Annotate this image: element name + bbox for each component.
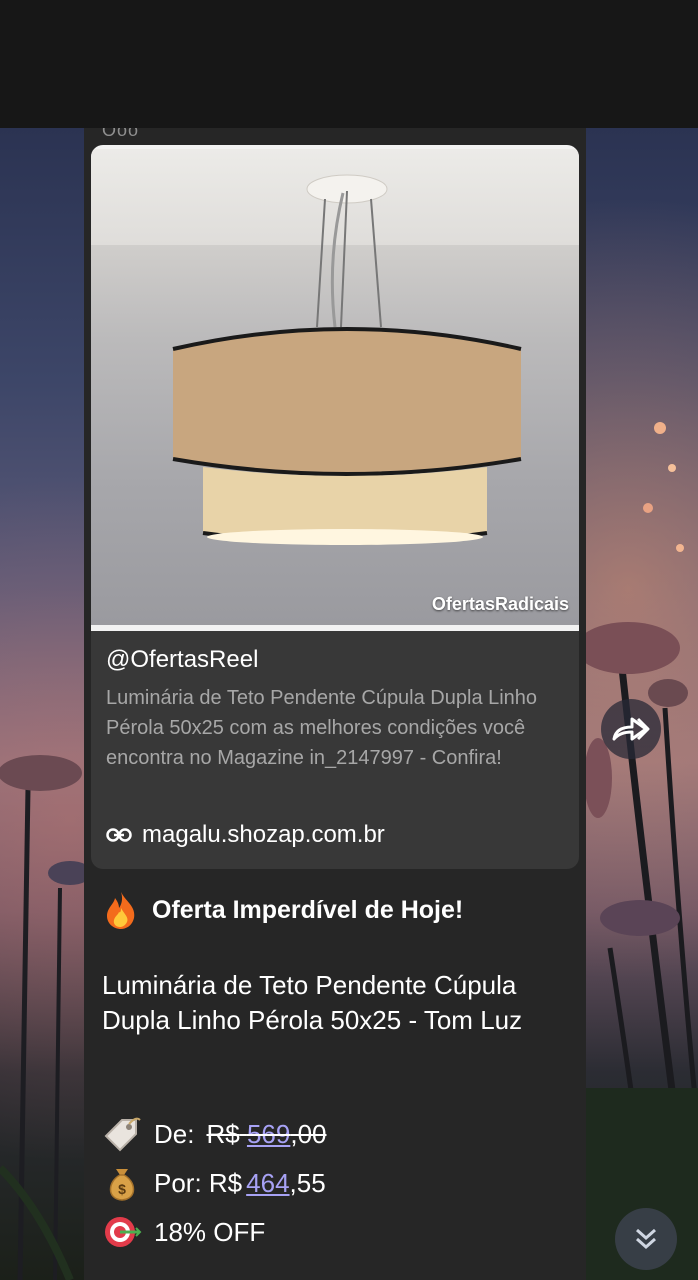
new-price-value: 464,55: [246, 1168, 326, 1199]
message-bubble[interactable]: Ооо OfertasRadicais @OfertasReel Luminár…: [84, 128, 586, 1280]
target-icon: [105, 1217, 142, 1247]
preview-link[interactable]: magalu.shozap.com.br: [106, 821, 385, 849]
old-price-label: De:: [154, 1118, 195, 1149]
offer-headline: Oferta Imperdível de Hoje!: [102, 890, 572, 930]
new-price-cents: ,55: [289, 1167, 326, 1198]
new-price-row: $ Por: R$ 464,55: [102, 1163, 326, 1203]
discount-text: 18% OFF: [154, 1216, 266, 1247]
pendant-lamp-illustration: [172, 174, 522, 545]
money-bag-icon: $: [109, 1169, 135, 1201]
old-price-currency: R$: [206, 1118, 240, 1149]
image-watermark: OfertasRadicais: [431, 594, 569, 614]
svg-text:$: $: [118, 1181, 126, 1197]
product-image[interactable]: OfertasRadicais: [91, 145, 579, 631]
headline-text: Oferta Imperdível de Hoje!: [152, 895, 464, 924]
forward-share-icon: [612, 717, 650, 741]
link-preview-card[interactable]: OfertasRadicais @OfertasReel Luminária d…: [91, 145, 579, 869]
preview-description: Luminária de Teto Pendente Cúpula Dupla …: [106, 687, 538, 769]
new-price-amount-link[interactable]: 464: [246, 1168, 289, 1198]
old-price-amount-link[interactable]: 569: [247, 1119, 290, 1149]
preview-site-name: @OfertasReel: [106, 646, 259, 673]
fire-icon: [107, 892, 135, 929]
forward-share-button[interactable]: [601, 699, 661, 759]
preview-link-text[interactable]: magalu.shozap.com.br: [142, 821, 385, 849]
old-price-value: R$ 569,00: [206, 1119, 326, 1150]
double-chevron-down-icon: [636, 1228, 656, 1250]
price-tag-icon: [104, 1117, 141, 1152]
discount-row: 18% OFF: [102, 1212, 265, 1252]
old-price-row: De: R$ 569,00: [102, 1114, 327, 1154]
top-app-bar: [0, 0, 698, 128]
link-icon: [106, 828, 132, 842]
old-price-cents: ,00: [290, 1118, 327, 1149]
new-price-label: Por: R$: [154, 1167, 243, 1198]
preview-text-block: @OfertasReel Luminária de Teto Pendente …: [106, 645, 566, 773]
scroll-to-bottom-button[interactable]: [615, 1208, 677, 1270]
sender-name-fragment: Ооо: [102, 128, 140, 140]
product-name: Luminária de Teto Pendente Cúpula Dupla …: [102, 970, 523, 1035]
